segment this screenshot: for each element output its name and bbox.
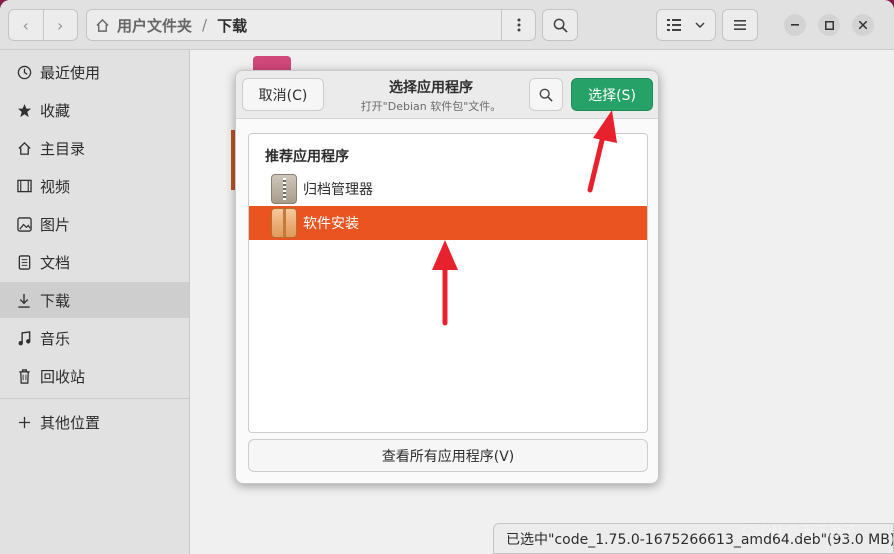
view-all-apps-button[interactable]: 查看所有应用程序(V)	[248, 439, 648, 472]
cancel-button[interactable]: 取消(C)	[242, 78, 324, 111]
app-row-archive-manager[interactable]: 归档管理器	[249, 172, 647, 206]
dialog-header: 取消(C) 选择应用程序 打开"Debian 软件包"文件。 选择(S)	[236, 71, 658, 119]
application-list: 推荐应用程序 归档管理器 软件安装	[248, 133, 648, 433]
dialog-search-button[interactable]	[529, 78, 563, 111]
recommended-apps-header: 推荐应用程序	[265, 149, 349, 165]
select-button[interactable]: 选择(S)	[571, 78, 653, 111]
search-icon	[539, 88, 553, 102]
app-label: 归档管理器	[303, 182, 373, 198]
app-row-software-install[interactable]: 软件安装	[249, 206, 647, 240]
archive-manager-icon	[271, 174, 297, 204]
app-label: 软件安装	[303, 216, 359, 232]
dialog-title: 选择应用程序	[389, 80, 473, 96]
software-install-icon	[271, 208, 297, 238]
dialog-subtitle: 打开"Debian 软件包"文件。	[360, 100, 502, 113]
choose-application-dialog: 取消(C) 选择应用程序 打开"Debian 软件包"文件。 选择(S) 推荐应…	[235, 70, 659, 484]
